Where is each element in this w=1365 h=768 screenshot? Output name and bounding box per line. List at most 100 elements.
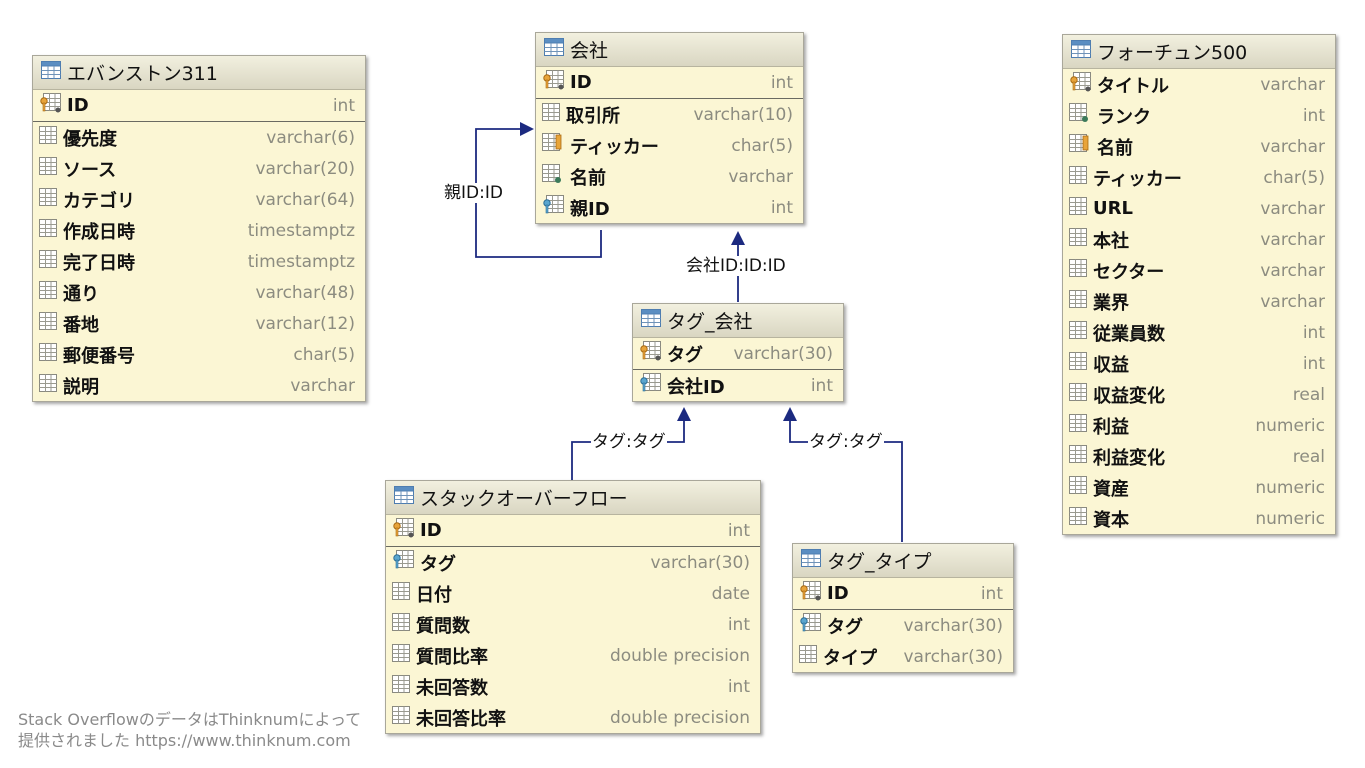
column-type: int	[980, 583, 1003, 604]
column-row[interactable]: 質問数 int	[386, 609, 760, 640]
column-row[interactable]: タグ varchar(30)	[793, 610, 1013, 641]
primary-key-icon	[1069, 72, 1091, 97]
column-name: 質問数	[416, 615, 470, 637]
entity-title: タグ_タイプ	[827, 551, 932, 573]
relation-label-stackoverflow-tagcompany: タグ:タグ	[591, 432, 667, 452]
entity-title: エバンストン311	[67, 63, 218, 85]
column-row[interactable]: ID int	[793, 578, 1013, 609]
entity-tag-company[interactable]: タグ_会社タグ varchar(30) 会社ID int	[632, 303, 844, 402]
relation-label-tagcompany-company: 会社ID:ID:ID	[685, 256, 787, 276]
entity-fortune500[interactable]: フォーチュン500 タイトル varchar ランク int 名前 varchar ティッカー…	[1062, 34, 1336, 535]
column-row[interactable]: 日付 date	[386, 578, 760, 609]
column-row[interactable]: 本社 varchar	[1063, 224, 1335, 255]
column-row[interactable]: タグ varchar(30)	[633, 338, 843, 369]
column-icon	[1069, 476, 1087, 499]
entity-company[interactable]: 会社 ID int 取引所 varchar(10) ティッカー char(5) 名前 varch…	[535, 32, 804, 224]
columns-section: 取引所 varchar(10) ティッカー char(5) 名前 varchar 親ID in…	[536, 99, 803, 223]
column-type: real	[1292, 384, 1325, 405]
relation-tagtype-tagcompany-line[interactable]	[783, 407, 903, 542]
entity-header[interactable]: エバンストン311	[33, 56, 365, 90]
entity-header[interactable]: タグ_タイプ	[793, 544, 1013, 578]
column-icon	[39, 126, 57, 149]
column-icon	[39, 374, 57, 397]
entity-title: タグ_会社	[667, 311, 753, 333]
column-type: int	[727, 614, 750, 635]
column-row[interactable]: 通り varchar(48)	[33, 277, 365, 308]
column-icon	[1069, 259, 1087, 282]
column-row[interactable]: 質問比率 double precision	[386, 640, 760, 671]
column-icon	[1069, 321, 1087, 344]
column-type: varchar	[1260, 198, 1325, 219]
table-icon	[801, 549, 821, 572]
column-row[interactable]: 収益変化 real	[1063, 379, 1335, 410]
table-icon	[544, 38, 564, 61]
column-row[interactable]: ソース varchar(20)	[33, 153, 365, 184]
column-row[interactable]: 未回答比率 double precision	[386, 702, 760, 733]
columns-section: タグ varchar(30) タイプ varchar(30)	[793, 610, 1013, 672]
column-icon	[392, 582, 410, 605]
column-row[interactable]: セクター varchar	[1063, 255, 1335, 286]
column-row[interactable]: ランク int	[1063, 100, 1335, 131]
column-row[interactable]: 作成日時 timestamptz	[33, 215, 365, 246]
column-row[interactable]: URL varchar	[1063, 193, 1335, 224]
column-row[interactable]: 名前 varchar	[536, 161, 803, 192]
entity-header[interactable]: スタックオーバーフロー	[386, 481, 760, 515]
column-row[interactable]: 番地 varchar(12)	[33, 308, 365, 339]
column-icon	[1069, 445, 1087, 468]
column-name: 収益変化	[1093, 385, 1165, 407]
column-name: URL	[1093, 198, 1133, 219]
column-row[interactable]: ID int	[536, 67, 803, 98]
column-row[interactable]: 業界 varchar	[1063, 286, 1335, 317]
column-row[interactable]: 名前 varchar	[1063, 131, 1335, 162]
column-row[interactable]: 親ID int	[536, 192, 803, 223]
column-name: 利益	[1093, 416, 1129, 438]
column-row[interactable]: 利益変化 real	[1063, 441, 1335, 472]
entity-header[interactable]: タグ_会社	[633, 304, 843, 338]
column-name: タイトル	[1097, 75, 1169, 97]
table-icon	[394, 486, 414, 509]
column-type: varchar	[290, 375, 355, 396]
entity-stackoverflow[interactable]: スタックオーバーフロー ID int タグ varchar(30) 日付 date 質問数 in…	[385, 480, 761, 734]
column-row[interactable]: 完了日時 timestamptz	[33, 246, 365, 277]
column-row[interactable]: ID int	[33, 90, 365, 121]
column-row[interactable]: 収益 int	[1063, 348, 1335, 379]
column-row[interactable]: 未回答数 int	[386, 671, 760, 702]
column-row[interactable]: ティッカー char(5)	[1063, 162, 1335, 193]
column-icon	[392, 613, 410, 636]
column-row[interactable]: タイプ varchar(30)	[793, 641, 1013, 672]
column-name: 名前	[570, 167, 606, 189]
column-type: varchar	[1260, 74, 1325, 95]
column-row[interactable]: 会社ID int	[633, 370, 843, 401]
entity-evanston311[interactable]: エバンストン311 ID int 優先度 varchar(6) ソース varchar(20…	[32, 55, 366, 402]
columns-section: 優先度 varchar(6) ソース varchar(20) カテゴリ varchar(6…	[33, 122, 365, 401]
column-name: 親ID	[570, 198, 610, 220]
column-row[interactable]: カテゴリ varchar(64)	[33, 184, 365, 215]
column-name: カテゴリ	[63, 190, 135, 212]
column-name: ランク	[1097, 106, 1151, 128]
column-name: 取引所	[566, 105, 620, 127]
entity-header[interactable]: 会社	[536, 33, 803, 67]
column-row[interactable]: 従業員数 int	[1063, 317, 1335, 348]
column-type: char(5)	[731, 135, 793, 156]
column-name: ID	[570, 72, 592, 93]
column-name: 未回答数	[416, 677, 488, 699]
column-row[interactable]: 優先度 varchar(6)	[33, 122, 365, 153]
column-type: int	[810, 375, 833, 396]
column-icon	[39, 312, 57, 335]
column-row[interactable]: 郵便番号 char(5)	[33, 339, 365, 370]
entity-header[interactable]: フォーチュン500	[1063, 35, 1335, 69]
column-row[interactable]: 資産 numeric	[1063, 472, 1335, 503]
column-type: varchar	[1260, 229, 1325, 250]
entity-tag-type[interactable]: タグ_タイプ ID int タグ varchar(30) タイプ varchar(30)	[792, 543, 1014, 673]
column-row[interactable]: 利益 numeric	[1063, 410, 1335, 441]
column-row[interactable]: 説明 varchar	[33, 370, 365, 401]
relation-label-company-parent: 親ID:ID	[443, 183, 504, 203]
column-row[interactable]: ティッカー char(5)	[536, 130, 803, 161]
column-row[interactable]: ID int	[386, 515, 760, 546]
column-name: 名前	[1097, 137, 1133, 159]
column-row[interactable]: タイトル varchar	[1063, 69, 1335, 100]
column-row[interactable]: 資本 numeric	[1063, 503, 1335, 534]
column-row[interactable]: タグ varchar(30)	[386, 547, 760, 578]
primary-key-icon	[799, 581, 821, 606]
column-row[interactable]: 取引所 varchar(10)	[536, 99, 803, 130]
